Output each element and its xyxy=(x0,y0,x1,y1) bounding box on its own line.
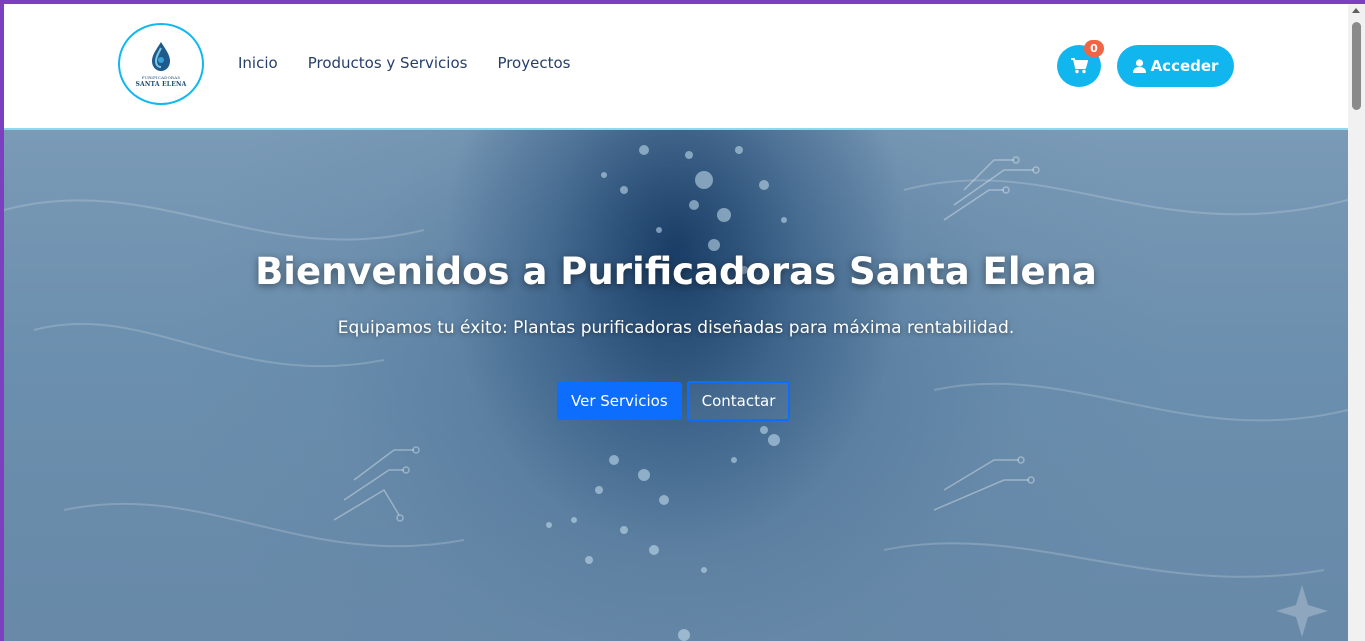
cart-button[interactable]: 0 xyxy=(1057,40,1104,87)
scrollbar-thumb[interactable] xyxy=(1352,22,1361,110)
user-icon xyxy=(1132,59,1146,73)
nav-link-inicio[interactable]: Inicio xyxy=(238,54,278,72)
logo-line-1: PURIFICADORAS xyxy=(141,75,181,80)
shopping-cart-icon xyxy=(1070,58,1088,74)
vertical-scrollbar[interactable] xyxy=(1348,4,1365,641)
cart-count-badge: 0 xyxy=(1084,40,1104,57)
login-label: Acceder xyxy=(1150,57,1219,75)
hero-banner: Bienvenidos a Purificadoras Santa Elena … xyxy=(4,130,1348,641)
water-drop-icon xyxy=(152,42,170,71)
login-button[interactable]: Acceder xyxy=(1117,45,1234,87)
nav-links: Inicio Productos y Servicios Proyectos xyxy=(238,54,570,72)
hero-actions: Ver Servicios Contactar xyxy=(557,381,791,421)
browser-viewport: PURIFICADORAS SANTA ELENA Inicio Product… xyxy=(4,4,1348,641)
brand-logo[interactable]: PURIFICADORAS SANTA ELENA xyxy=(118,23,204,105)
hero-subtitle: Equipamos tu éxito: Plantas purificadora… xyxy=(337,318,1015,338)
contact-button[interactable]: Contactar xyxy=(686,381,791,421)
scroll-up-arrow-icon[interactable] xyxy=(1352,8,1360,13)
logo-line-2: SANTA ELENA xyxy=(135,81,187,88)
hero-title: Bienvenidos a Purificadoras Santa Elena xyxy=(255,250,1097,293)
view-services-button[interactable]: Ver Servicios xyxy=(557,382,682,420)
nav-link-productos-servicios[interactable]: Productos y Servicios xyxy=(308,54,468,72)
top-navbar: PURIFICADORAS SANTA ELENA Inicio Product… xyxy=(4,4,1348,130)
nav-link-proyectos[interactable]: Proyectos xyxy=(497,54,570,72)
